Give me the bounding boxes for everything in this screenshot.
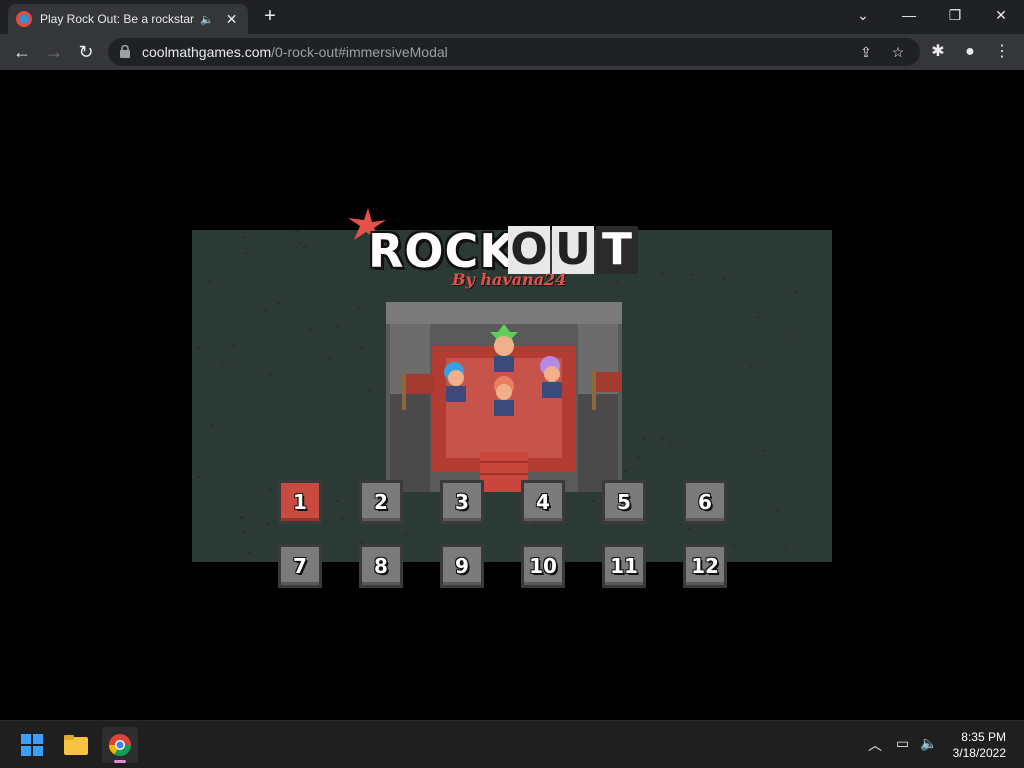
level-button-1[interactable]: 1	[278, 480, 322, 524]
logo-out-letter-o: O	[508, 226, 550, 274]
floor-speck	[298, 242, 301, 244]
chevron-up-icon[interactable]: ︿	[868, 735, 882, 755]
floor-speck	[277, 302, 280, 304]
level-button-3[interactable]: 3	[440, 480, 484, 524]
tab-close-icon[interactable]: ✕	[226, 11, 238, 28]
floor-speck	[404, 533, 407, 535]
system-clock[interactable]: 8:35 PM 3/18/2022	[953, 729, 1006, 761]
floor-speck	[248, 552, 251, 554]
level-button-12[interactable]: 12	[683, 544, 727, 588]
floor-speck	[368, 389, 371, 391]
file-explorer-icon[interactable]	[58, 727, 94, 763]
floor-speck	[783, 546, 786, 548]
floor-speck	[358, 307, 361, 309]
floor-speck	[670, 442, 673, 444]
floor-speck	[662, 438, 665, 440]
floor-speck	[723, 277, 726, 279]
tab-strip: Play Rock Out: Be a rockstar 🔈 ✕ + ⌄ — ❐…	[0, 0, 1024, 34]
floor-speck	[624, 470, 627, 472]
tab-title: Play Rock Out: Be a rockstar	[40, 12, 194, 26]
floor-speck	[222, 364, 225, 366]
floor-speck	[793, 335, 796, 337]
tab-search-button[interactable]: ⌄	[840, 0, 886, 30]
floor-speck	[756, 316, 759, 318]
volume-icon[interactable]: 🔈	[920, 735, 937, 752]
speaker-icon[interactable]: 🔈	[200, 13, 214, 26]
floor-speck	[303, 246, 306, 248]
band-stage-illustration	[386, 302, 622, 492]
floor-speck	[794, 291, 797, 293]
floor-speck	[342, 518, 345, 520]
game-author: By havana24	[452, 270, 567, 289]
logo-out-letter-u: U	[552, 226, 594, 274]
floor-speck	[207, 280, 210, 282]
forward-arrow-icon[interactable]: →	[40, 38, 68, 66]
floor-speck	[244, 252, 247, 254]
bookmark-star-icon[interactable]: ☆	[888, 42, 908, 62]
url-text: coolmathgames.com/0-rock-out#immersiveMo…	[142, 44, 448, 60]
floor-speck	[688, 528, 691, 530]
windows-start-icon[interactable]	[14, 727, 50, 763]
share-icon[interactable]: ⇪	[856, 42, 876, 62]
floor-speck	[267, 523, 270, 525]
clock-date: 3/18/2022	[952, 746, 1006, 760]
minimize-button[interactable]: —	[886, 0, 932, 30]
floor-speck	[643, 438, 646, 440]
floor-speck	[750, 365, 753, 367]
floor-speck	[690, 274, 693, 276]
floor-speck	[242, 531, 245, 533]
extensions-puzzle-icon[interactable]: ✱	[924, 38, 952, 66]
floor-speck	[637, 457, 640, 459]
floor-speck	[270, 488, 273, 490]
floor-speck	[592, 500, 595, 502]
reload-icon[interactable]: ↻	[72, 38, 100, 66]
clock-time: 8:35 PM	[961, 730, 1006, 744]
tab-rock-out[interactable]: Play Rock Out: Be a rockstar 🔈 ✕	[8, 4, 248, 34]
level-button-8[interactable]: 8	[359, 544, 403, 588]
profile-avatar-icon[interactable]: ●	[956, 38, 984, 66]
level-button-4[interactable]: 4	[521, 480, 565, 524]
floor-speck	[197, 476, 200, 478]
lock-icon	[120, 45, 130, 58]
floor-speck	[264, 309, 267, 311]
logo-out-letter-t: T	[596, 226, 638, 274]
address-bar[interactable]: coolmathgames.com/0-rock-out#immersiveMo…	[108, 38, 920, 66]
new-tab-button[interactable]: +	[258, 4, 282, 28]
chrome-icon[interactable]	[102, 727, 138, 763]
floor-speck	[210, 425, 213, 427]
floor-speck	[763, 450, 766, 452]
floor-speck	[360, 541, 363, 543]
windows-taskbar: ︿ ▭ 🔈 8:35 PM 3/18/2022	[0, 720, 1024, 768]
floor-speck	[775, 510, 778, 512]
floor-speck	[243, 236, 246, 238]
level-button-5[interactable]: 5	[602, 480, 646, 524]
level-button-7[interactable]: 7	[278, 544, 322, 588]
floor-speck	[732, 545, 735, 547]
floor-speck	[309, 329, 312, 331]
browser-toolbar: ← → ↻ coolmathgames.com/0-rock-out#immer…	[0, 34, 1024, 70]
floor-speck	[532, 525, 535, 527]
floor-speck	[660, 272, 663, 274]
back-arrow-icon[interactable]: ←	[8, 38, 36, 66]
floor-speck	[196, 347, 199, 349]
restore-button[interactable]: ❐	[932, 0, 978, 30]
floor-speck	[336, 500, 339, 502]
floor-speck	[232, 345, 235, 347]
floor-speck	[295, 230, 298, 232]
floor-speck	[268, 374, 271, 376]
level-button-9[interactable]: 9	[440, 544, 484, 588]
game-logo: ROCK O U T By havana24	[348, 206, 650, 296]
floor-speck	[360, 347, 363, 349]
coolmath-favicon-icon	[16, 11, 32, 27]
level-button-6[interactable]: 6	[683, 480, 727, 524]
level-button-11[interactable]: 11	[602, 544, 646, 588]
close-window-button[interactable]: ✕	[978, 0, 1024, 30]
menu-kebab-icon[interactable]: ⋮	[988, 38, 1016, 66]
network-icon[interactable]: ▭	[896, 735, 909, 752]
floor-speck	[240, 517, 243, 519]
floor-speck	[337, 326, 340, 328]
floor-speck	[327, 358, 330, 360]
level-button-2[interactable]: 2	[359, 480, 403, 524]
level-button-10[interactable]: 10	[521, 544, 565, 588]
